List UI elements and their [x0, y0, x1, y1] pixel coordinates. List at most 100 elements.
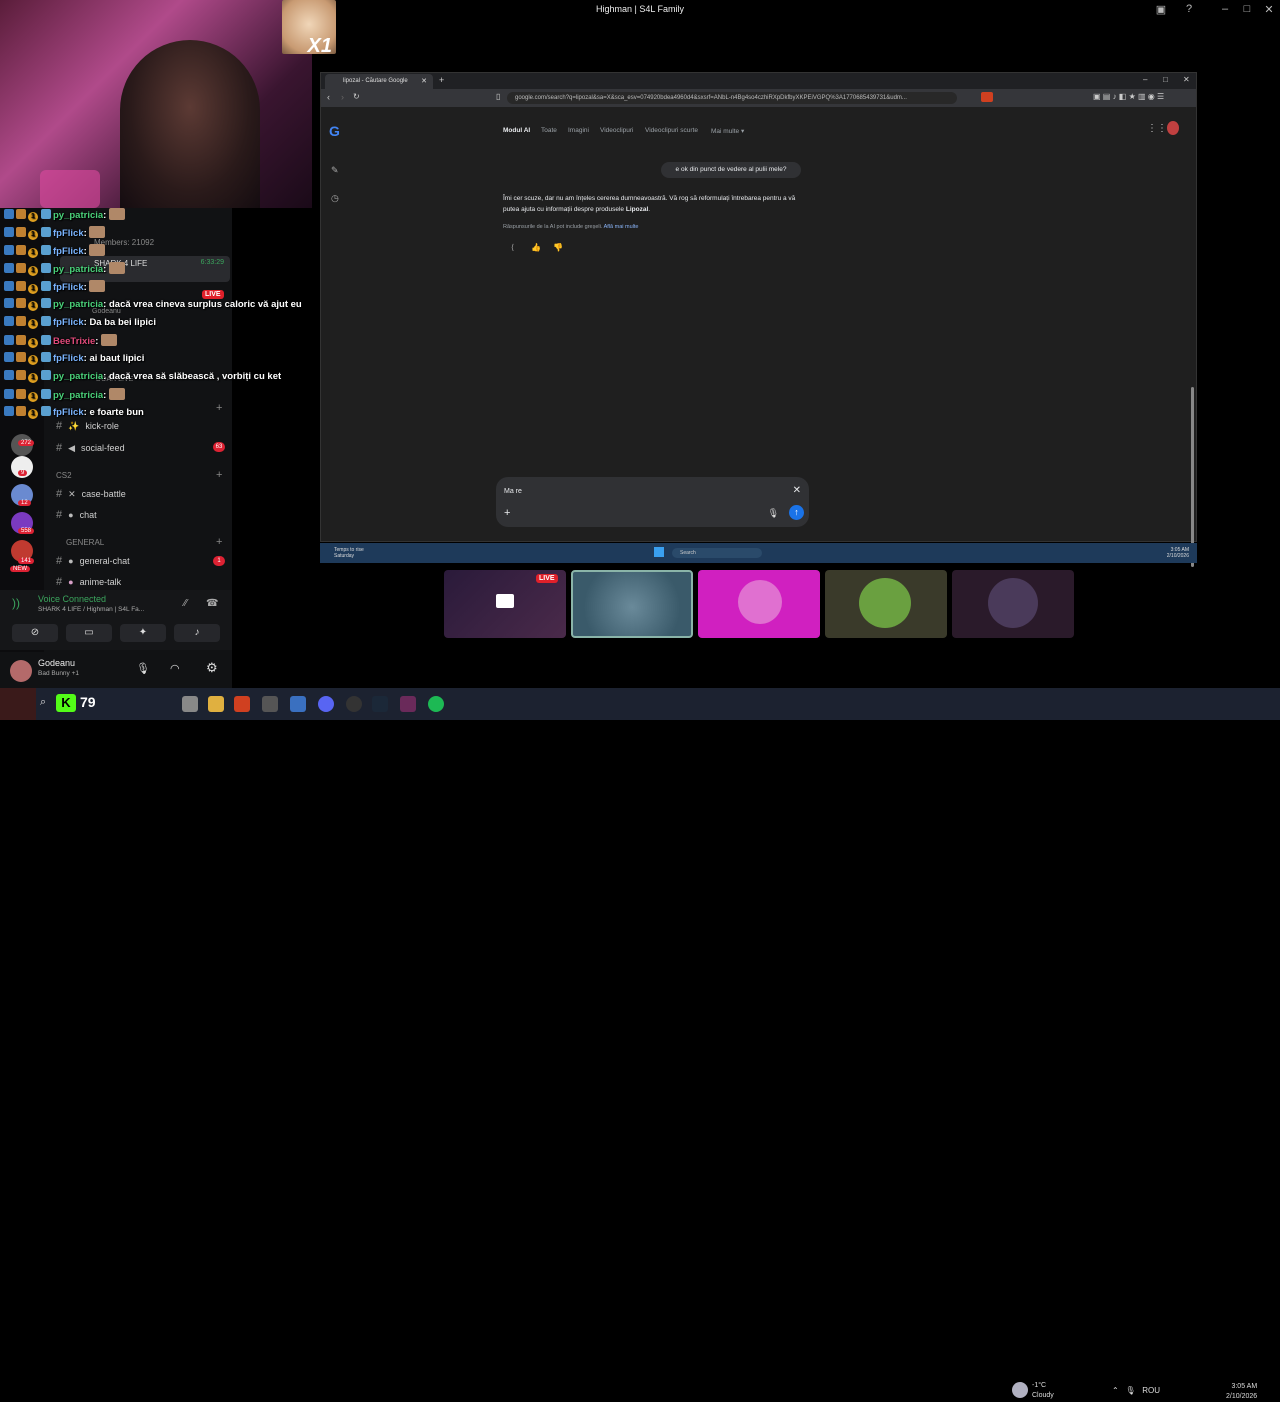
windows-start-icon[interactable] — [654, 547, 664, 557]
hash-icon: # — [56, 488, 63, 500]
add-channel-icon[interactable]: + — [216, 469, 222, 481]
reload-icon[interactable]: ↻ — [353, 92, 360, 101]
new-tab-icon[interactable]: + — [439, 75, 444, 85]
app-icon[interactable] — [262, 696, 278, 712]
help-icon[interactable]: ? — [1182, 3, 1196, 15]
emote-image — [101, 334, 118, 346]
channel-general-chat[interactable]: # ● general-chat — [56, 555, 130, 567]
thumbs-up-icon[interactable]: 👍 — [531, 243, 541, 252]
app-icon[interactable] — [400, 696, 416, 712]
screen-share-button[interactable]: ▭ — [66, 624, 112, 642]
nav-videos[interactable]: Videoclipuri — [600, 127, 633, 134]
category-cs2[interactable]: CS2 — [56, 471, 72, 480]
add-channel-icon[interactable]: + — [216, 536, 222, 548]
apps-grid-icon[interactable]: ⋮⋮ — [1147, 123, 1167, 134]
microphone-icon[interactable]: 🎙 — [136, 662, 150, 675]
clear-input-icon[interactable]: ✕ — [793, 485, 801, 496]
kick-logo-icon[interactable]: K — [56, 694, 76, 712]
coin-icon: 1 — [28, 409, 38, 419]
taskview-icon[interactable] — [182, 696, 198, 712]
thumbs-down-icon[interactable]: 👎 — [553, 243, 563, 252]
close-icon[interactable]: ✕ — [1262, 3, 1276, 16]
back-icon[interactable]: ‹ — [327, 92, 330, 102]
minimize-icon[interactable]: – — [1143, 75, 1147, 84]
category-general[interactable]: GENERAL — [66, 538, 104, 547]
browser-tab[interactable]: lipozal - Căutare Google ✕ — [325, 74, 433, 89]
add-attachment-icon[interactable]: + — [504, 507, 510, 519]
user-status: Bad Bunny +1 — [38, 670, 80, 677]
extension-icon[interactable] — [981, 92, 993, 102]
microphone-icon[interactable]: 🎙 — [1125, 1386, 1135, 1395]
badge-icon — [16, 406, 26, 416]
chat-line: 1 py_patricia: dacă vrea să slăbească , v… — [4, 370, 281, 383]
brave-icon[interactable] — [234, 696, 250, 712]
disconnect-icon[interactable]: ☎ — [206, 598, 218, 609]
minimize-icon[interactable]: – — [1218, 3, 1232, 15]
discord-icon[interactable] — [318, 696, 334, 712]
learn-more-link[interactable]: Află mai multe — [604, 224, 639, 230]
stream-thumbnail[interactable] — [952, 570, 1074, 638]
close-icon[interactable]: ✕ — [1183, 75, 1190, 84]
send-button[interactable]: ↑ — [789, 505, 804, 520]
address-bar[interactable]: google.com/search?q=lipozal&sa=X&sca_esv… — [507, 92, 957, 104]
nav-all[interactable]: Toate — [541, 127, 557, 134]
history-icon[interactable]: ◷ — [331, 193, 339, 204]
microphone-icon[interactable]: 🎙 — [768, 508, 779, 519]
stream-thumbnail[interactable] — [698, 570, 820, 638]
tab-strip: lipozal - Căutare Google ✕ + – □ ✕ — [321, 73, 1196, 89]
maximize-icon[interactable]: □ — [1240, 3, 1254, 15]
store-icon[interactable] — [290, 696, 306, 712]
nav-images[interactable]: Imagini — [568, 127, 589, 134]
cam-overlay-text: X1 — [307, 35, 332, 57]
close-tab-icon[interactable]: ✕ — [421, 77, 427, 85]
steam-icon[interactable] — [372, 696, 388, 712]
folder-icon[interactable] — [208, 696, 224, 712]
camera-off-button[interactable]: ⊘ — [12, 624, 58, 642]
headphones-icon[interactable]: ◠ — [170, 662, 180, 675]
stream-thumbnail[interactable]: LIVE — [444, 570, 566, 638]
window-icon[interactable]: ▣ — [1154, 3, 1168, 16]
voice-channel[interactable]: SHARK 4 LIFE / Highman | S4L Fa... — [38, 606, 144, 613]
nav-short-videos[interactable]: Videoclipuri scurte — [645, 127, 698, 134]
noise-suppression-icon[interactable]: ⁄⁄ — [184, 598, 187, 609]
forward-icon[interactable]: › — [341, 92, 344, 102]
widget-image[interactable] — [0, 688, 36, 720]
channel-case-battle[interactable]: # ✕ case-battle — [56, 488, 126, 500]
coin-icon: 1 — [28, 266, 38, 276]
google-logo[interactable]: G — [329, 123, 340, 139]
gear-icon[interactable]: ⚙ — [206, 660, 218, 676]
badge-icon — [16, 281, 26, 291]
extensions-area[interactable]: ▣ ▤ ♪ ◧ ★ ▥ ◉ ☰ — [1093, 92, 1164, 101]
ai-input-box[interactable]: Ma re ✕ + 🎙 ↑ — [496, 477, 809, 527]
new-chat-icon[interactable]: ✎ — [331, 165, 339, 176]
nav-more[interactable]: Mai multe ▾ — [711, 127, 744, 135]
badge-icon — [16, 227, 26, 237]
avatar[interactable] — [1167, 121, 1179, 135]
ai-answer: Îmi cer scuze, dar nu am înțeles cererea… — [503, 193, 813, 215]
channel-social-feed[interactable]: # ◀ social-feed — [56, 442, 125, 454]
bookmark-icon[interactable]: ▯ — [496, 92, 500, 101]
spotify-icon[interactable] — [428, 696, 444, 712]
channel-anime-talk[interactable]: # ● anime-talk — [56, 576, 121, 588]
search-icon[interactable]: ⌕ — [40, 696, 46, 709]
clock[interactable]: 3:05 AM 2/10/2026 — [1226, 1382, 1257, 1402]
stream-thumbnail[interactable] — [825, 570, 947, 638]
nav-ai-mode[interactable]: Modul AI — [503, 127, 530, 134]
avatar[interactable] — [10, 660, 32, 682]
maximize-icon[interactable]: □ — [1163, 75, 1168, 84]
activities-button[interactable]: ✦ — [120, 624, 166, 642]
scrollbar[interactable] — [1191, 387, 1194, 567]
inner-search[interactable]: Search — [672, 548, 762, 558]
chevron-up-icon[interactable]: ⌃ — [1112, 1386, 1119, 1395]
new-badge: NEW — [10, 566, 30, 572]
channel-chat[interactable]: # ● chat — [56, 509, 97, 521]
obs-icon[interactable] — [346, 696, 362, 712]
ai-input-field[interactable]: Ma re — [504, 488, 522, 495]
language-indicator[interactable]: ROU — [1142, 1386, 1160, 1395]
badge-icon — [16, 263, 26, 273]
stream-thumbnail[interactable] — [571, 570, 693, 638]
soundboard-button[interactable]: ♪ — [174, 624, 220, 642]
unread-badge: 63 — [213, 442, 225, 452]
share-icon[interactable]: ⟨ — [511, 243, 514, 252]
chat-line: 1 fpFlick: — [4, 280, 106, 294]
